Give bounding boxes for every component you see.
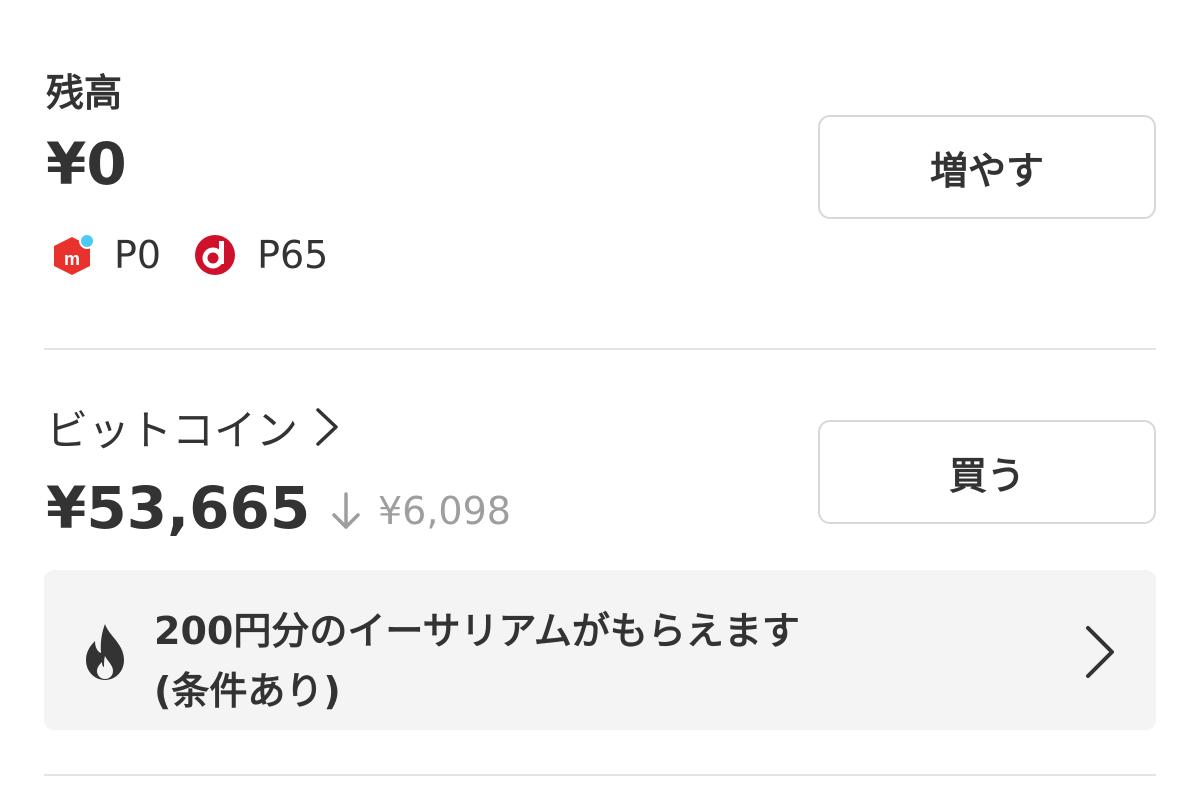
wallet-screen: 残高 ¥0 m P0 P65 増やす ビットコイン ¥53,665 ¥6,098…: [0, 0, 1200, 787]
d-point-value: P65: [257, 233, 329, 277]
increase-balance-button[interactable]: 増やす: [818, 115, 1156, 219]
chevron-right-icon: [316, 408, 338, 446]
merpay-point-value: P0: [114, 233, 162, 277]
buy-button[interactable]: 買う: [818, 420, 1156, 524]
bitcoin-value: ¥53,665: [46, 474, 311, 542]
balance-label: 残高: [46, 71, 123, 115]
section-divider: [44, 348, 1156, 350]
section-divider: [44, 774, 1156, 776]
promo-condition: (条件あり): [154, 669, 341, 713]
bitcoin-link[interactable]: ビットコイン: [46, 402, 342, 455]
d-point-icon: [193, 233, 237, 277]
arrow-down-icon: [332, 492, 360, 529]
promo-banner[interactable]: 200円分のイーサリアムがもらえます (条件あり): [44, 570, 1156, 730]
chevron-right-icon: [1086, 626, 1114, 678]
svg-text:m: m: [64, 249, 80, 269]
balance-amount: ¥0: [46, 130, 127, 198]
bitcoin-change-value: ¥6,098: [378, 489, 511, 533]
flame-icon: [86, 624, 124, 680]
bitcoin-label: ビットコイン: [46, 405, 299, 455]
points-row: m P0 P65: [50, 230, 360, 280]
merpay-point-icon: m: [50, 233, 95, 277]
promo-title: 200円分のイーサリアムがもらえます: [154, 609, 800, 653]
bitcoin-change: ¥6,098: [330, 486, 511, 536]
